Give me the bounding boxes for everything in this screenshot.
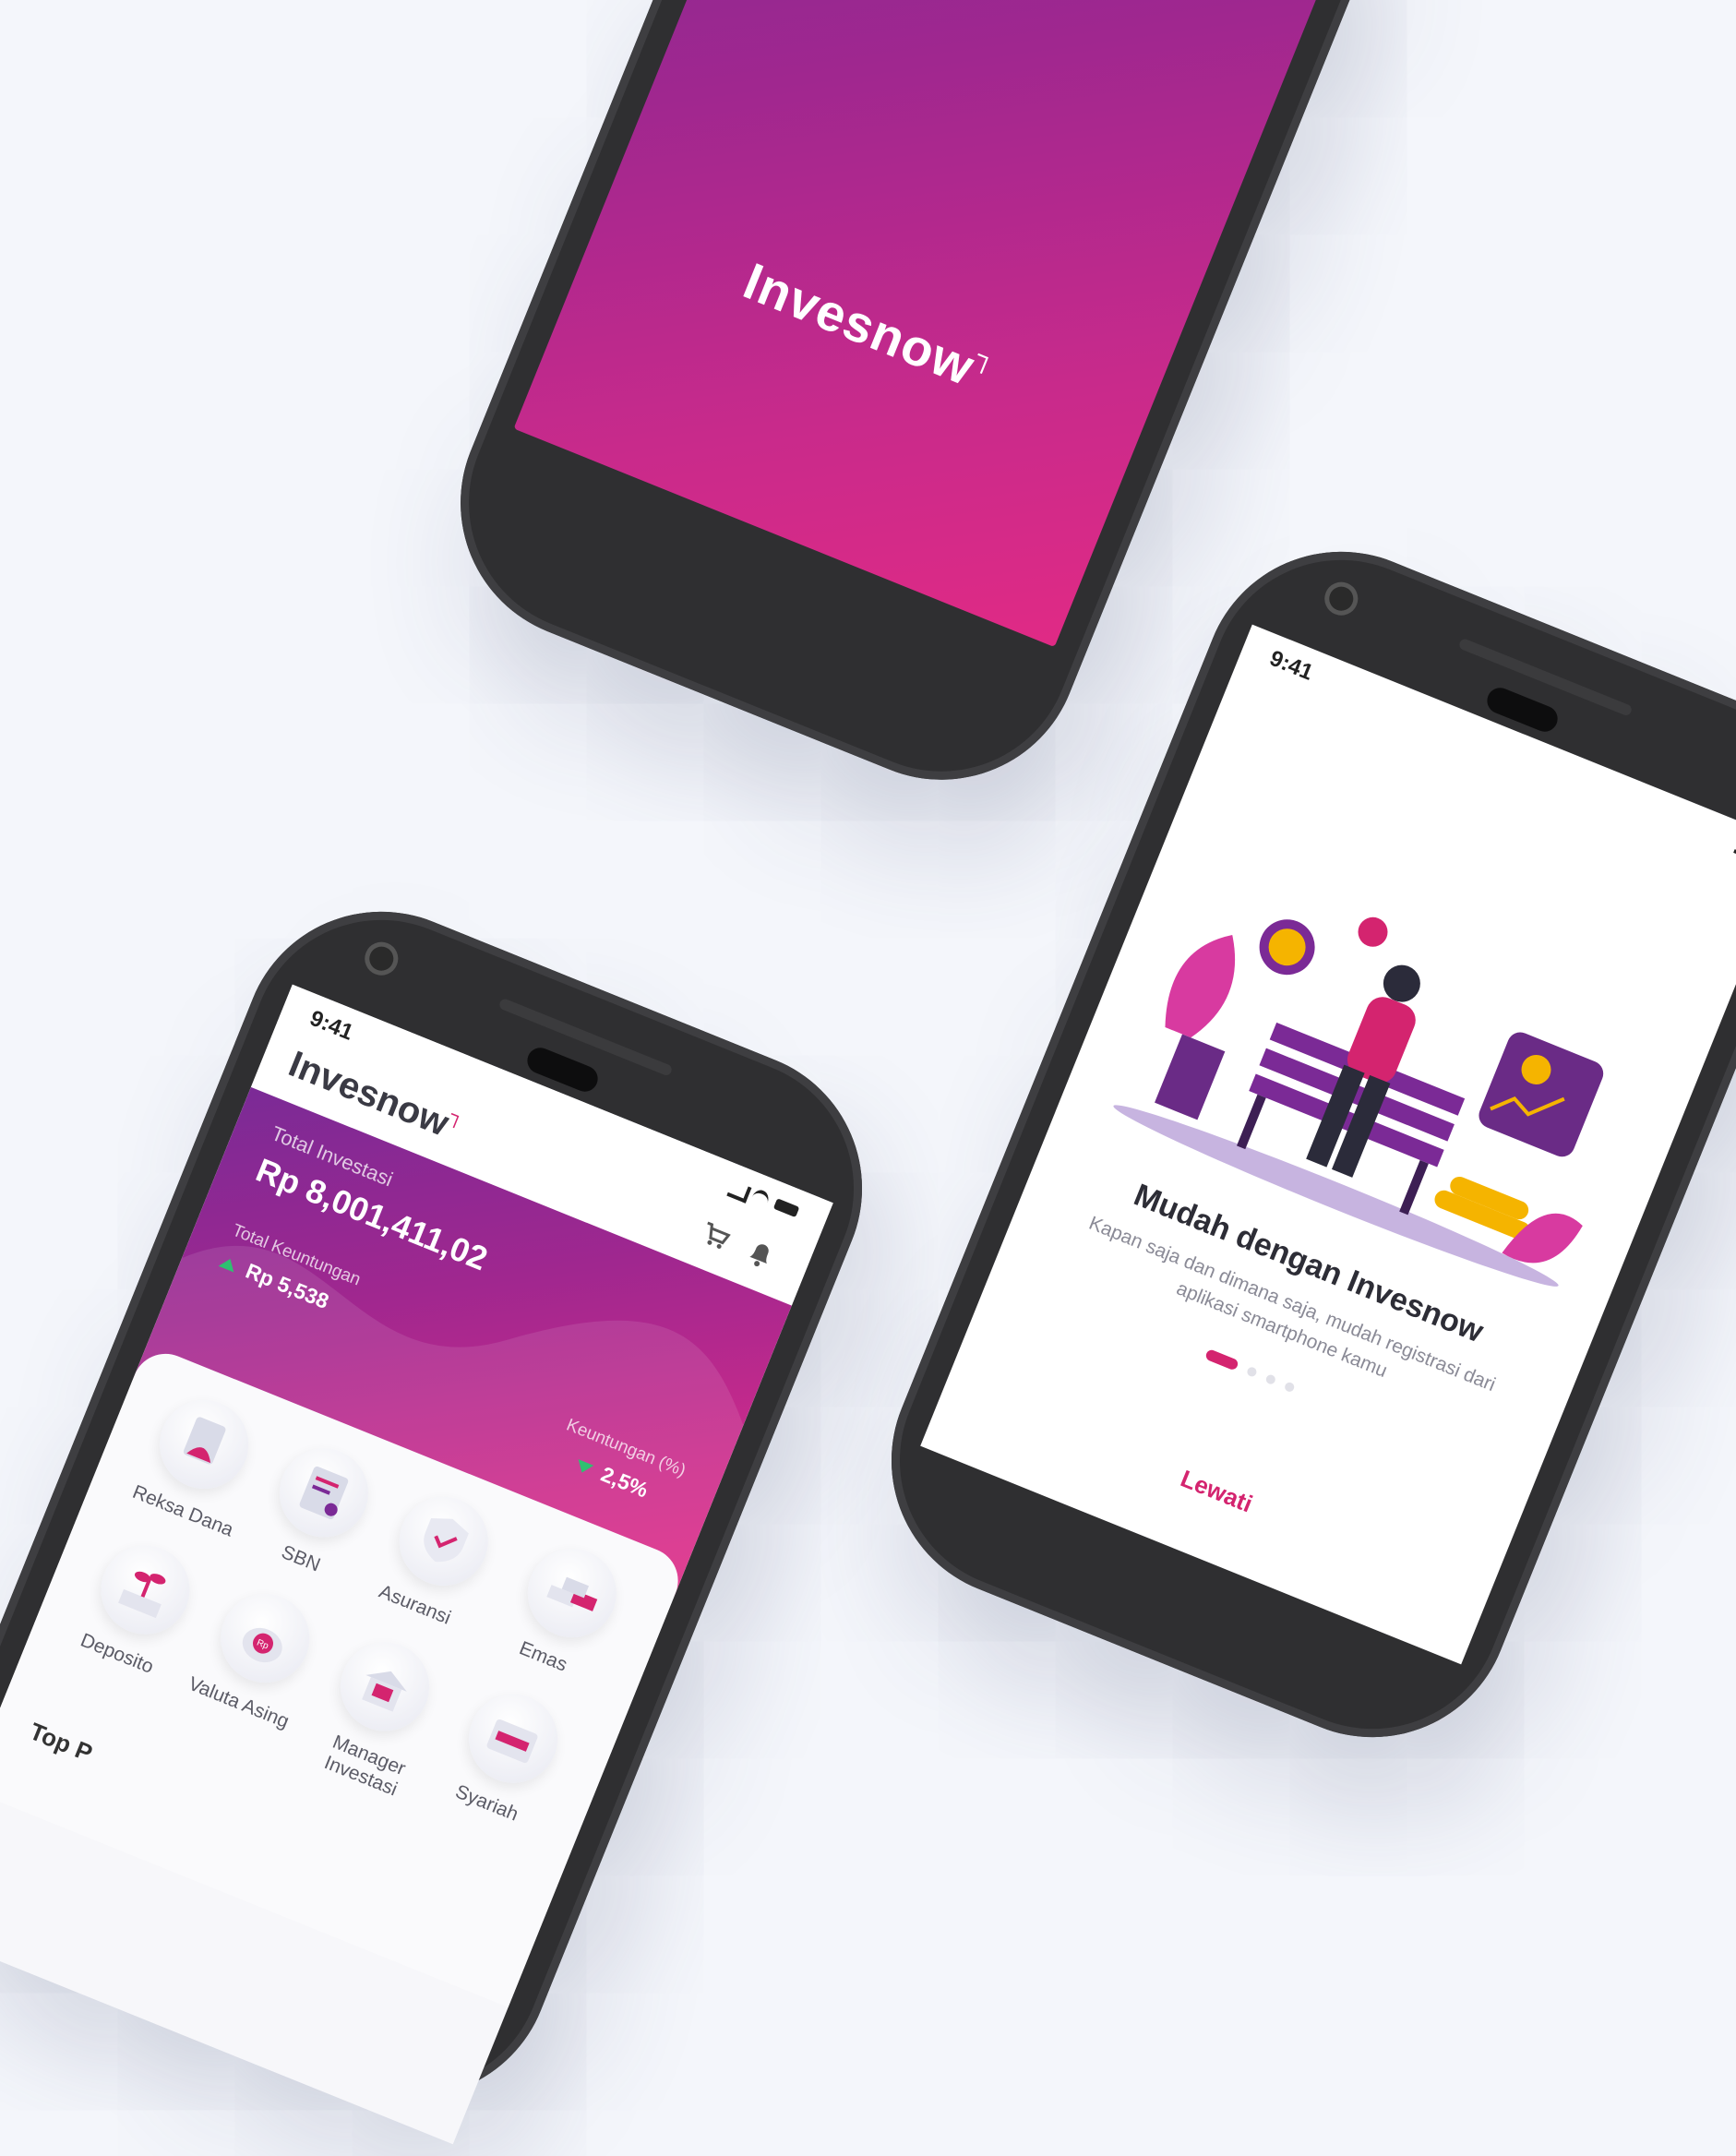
deposit-plant-icon [87, 1532, 203, 1648]
page-indicator [1203, 1348, 1320, 1406]
currency-bag-icon: Rp [207, 1580, 323, 1696]
menu-item-manager-investasi[interactable]: Manager Investasi [300, 1625, 454, 1800]
menu-label: Syariah [452, 1780, 521, 1826]
menu-item-reksa-dana[interactable]: Reksa Dana [119, 1383, 273, 1553]
mutual-fund-icon [146, 1386, 262, 1503]
gain-up-icon [218, 1255, 238, 1273]
front-camera [1319, 577, 1363, 621]
splash-logo: Invesnow┐ [736, 251, 1003, 397]
investment-manager-icon [327, 1629, 443, 1745]
menu-item-sbn[interactable]: SBN [239, 1431, 393, 1601]
onboarding-screen: 9:41 Mudah dengan Invesnow Kapan saja da… [920, 624, 1736, 1665]
menu-item-deposito[interactable]: Deposito [60, 1528, 214, 1698]
menu-label: SBN [278, 1541, 324, 1576]
menu-item-emas[interactable]: Emas [487, 1532, 641, 1702]
menu-item-asuransi[interactable]: Asuransi [359, 1480, 513, 1650]
bell-icon[interactable] [744, 1237, 778, 1272]
menu-label: Emas [516, 1637, 570, 1676]
skip-button[interactable]: Lewati [940, 1369, 1492, 1613]
bond-certificate-icon [266, 1434, 382, 1551]
signal-icon [726, 1180, 752, 1204]
page-dot-active[interactable] [1204, 1348, 1239, 1371]
home-screen: 9:41 Invesnow┐ Total Investasi Rp 8,001, [0, 984, 833, 2145]
cart-icon[interactable] [698, 1219, 733, 1252]
status-time: 9:41 [305, 1005, 357, 1046]
section-title: Top P [26, 1717, 97, 1767]
wifi-icon [748, 1187, 772, 1213]
status-time: 9:41 [1265, 645, 1317, 686]
page-dot[interactable] [1283, 1381, 1296, 1394]
battery-icon [772, 1198, 800, 1218]
syariah-folder-icon [455, 1681, 571, 1797]
page-dot[interactable] [1245, 1365, 1258, 1378]
front-camera [359, 937, 403, 981]
menu-item-syariah[interactable]: Syariah [428, 1677, 582, 1847]
page-dot[interactable] [1264, 1373, 1277, 1386]
menu-item-valuta-asing[interactable]: Rp Valuta Asing [180, 1577, 334, 1747]
insurance-shield-icon [386, 1483, 502, 1599]
splash-screen: Invesnow┐ [513, 0, 1359, 648]
pct-down-icon [573, 1458, 593, 1476]
phone-home: 9:41 Invesnow┐ Total Investasi Rp 8,001, [0, 869, 904, 2145]
gold-bars-icon [514, 1535, 630, 1651]
status-icons [726, 1177, 803, 1222]
